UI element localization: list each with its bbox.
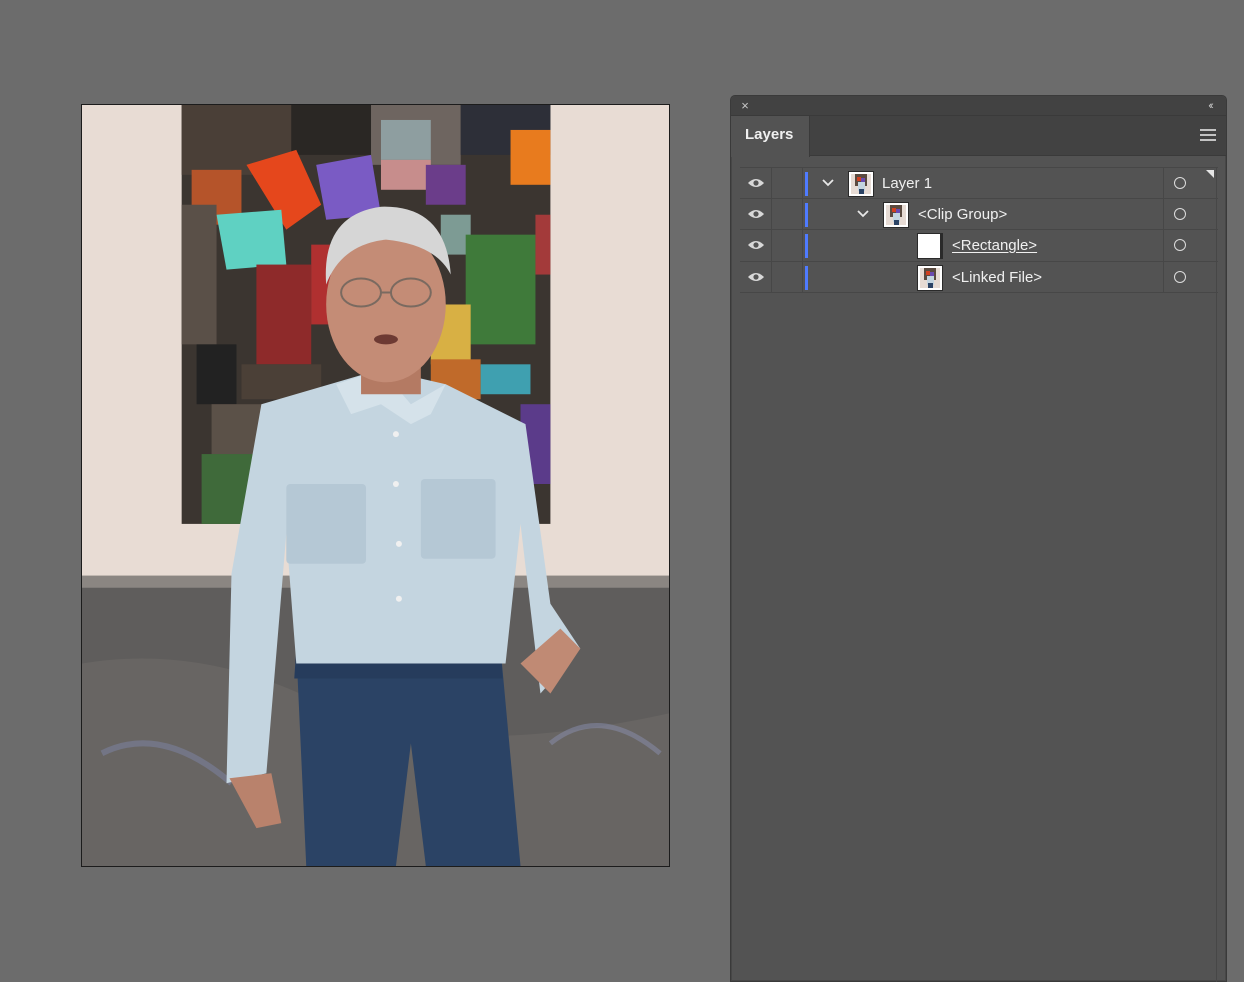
chevron-down-icon[interactable] xyxy=(821,176,835,190)
eye-icon xyxy=(747,178,764,187)
layer-name[interactable]: Layer 1 xyxy=(882,175,932,192)
lock-toggle[interactable] xyxy=(772,230,803,261)
lock-toggle[interactable] xyxy=(772,168,803,198)
target-circle-icon[interactable] xyxy=(1174,270,1186,283)
collapse-panel-icon[interactable]: ‹‹ xyxy=(1202,99,1218,113)
target-circle-icon[interactable] xyxy=(1174,207,1186,220)
layer-color-bar xyxy=(805,265,808,290)
selection-corner-indicator xyxy=(1206,170,1214,178)
chevron-down-icon[interactable] xyxy=(856,207,870,221)
panel-tabbar: Layers xyxy=(731,116,1226,157)
eye-icon xyxy=(747,241,764,250)
layer-row-layer-1[interactable]: Layer 1 xyxy=(740,167,1218,199)
panel-titlebar[interactable]: × ‹‹ xyxy=(731,96,1226,116)
layer-color-bar xyxy=(805,202,808,227)
close-icon[interactable]: × xyxy=(738,99,752,113)
panel-scroll-divider xyxy=(1216,167,1217,982)
layer-thumbnail xyxy=(917,264,943,291)
layer-color-bar xyxy=(805,172,808,196)
layer-thumbnail xyxy=(848,171,874,197)
eye-icon xyxy=(747,209,764,218)
target-column[interactable] xyxy=(1163,198,1218,229)
tab-layers[interactable]: Layers xyxy=(731,116,810,157)
layer-thumbnail xyxy=(883,201,909,228)
layer-thumbnail xyxy=(917,233,943,259)
layer-name[interactable]: <Linked File> xyxy=(952,269,1042,286)
layer-name[interactable]: <Clip Group> xyxy=(918,206,1007,223)
layer-color-bar xyxy=(805,234,808,258)
lock-toggle[interactable] xyxy=(772,198,803,229)
artboard-canvas[interactable] xyxy=(81,104,670,867)
visibility-toggle[interactable] xyxy=(740,230,772,261)
lock-toggle[interactable] xyxy=(772,261,803,292)
layer-row-clip-group[interactable]: <Clip Group> xyxy=(740,198,1218,230)
layer-name[interactable]: <Rectangle> xyxy=(952,237,1037,254)
hamburger-menu-icon[interactable] xyxy=(1200,129,1216,143)
target-column[interactable] xyxy=(1163,230,1218,261)
layer-row-linked-file[interactable]: <Linked File> xyxy=(740,261,1218,293)
target-circle-icon[interactable] xyxy=(1174,176,1186,189)
visibility-toggle[interactable] xyxy=(740,261,772,292)
target-circle-icon[interactable] xyxy=(1174,239,1186,252)
visibility-toggle[interactable] xyxy=(740,198,772,229)
layer-row-rectangle[interactable]: <Rectangle> xyxy=(740,230,1218,262)
layers-list: Layer 1 <Clip Group> <Rectangle> <Linked… xyxy=(740,167,1218,293)
layers-panel: × ‹‹ Layers Layer 1 <Clip Group> <Rectan… xyxy=(730,95,1227,982)
placed-photo[interactable] xyxy=(82,105,669,866)
visibility-toggle[interactable] xyxy=(740,168,772,198)
eye-icon xyxy=(747,272,764,281)
target-column[interactable] xyxy=(1163,261,1218,292)
